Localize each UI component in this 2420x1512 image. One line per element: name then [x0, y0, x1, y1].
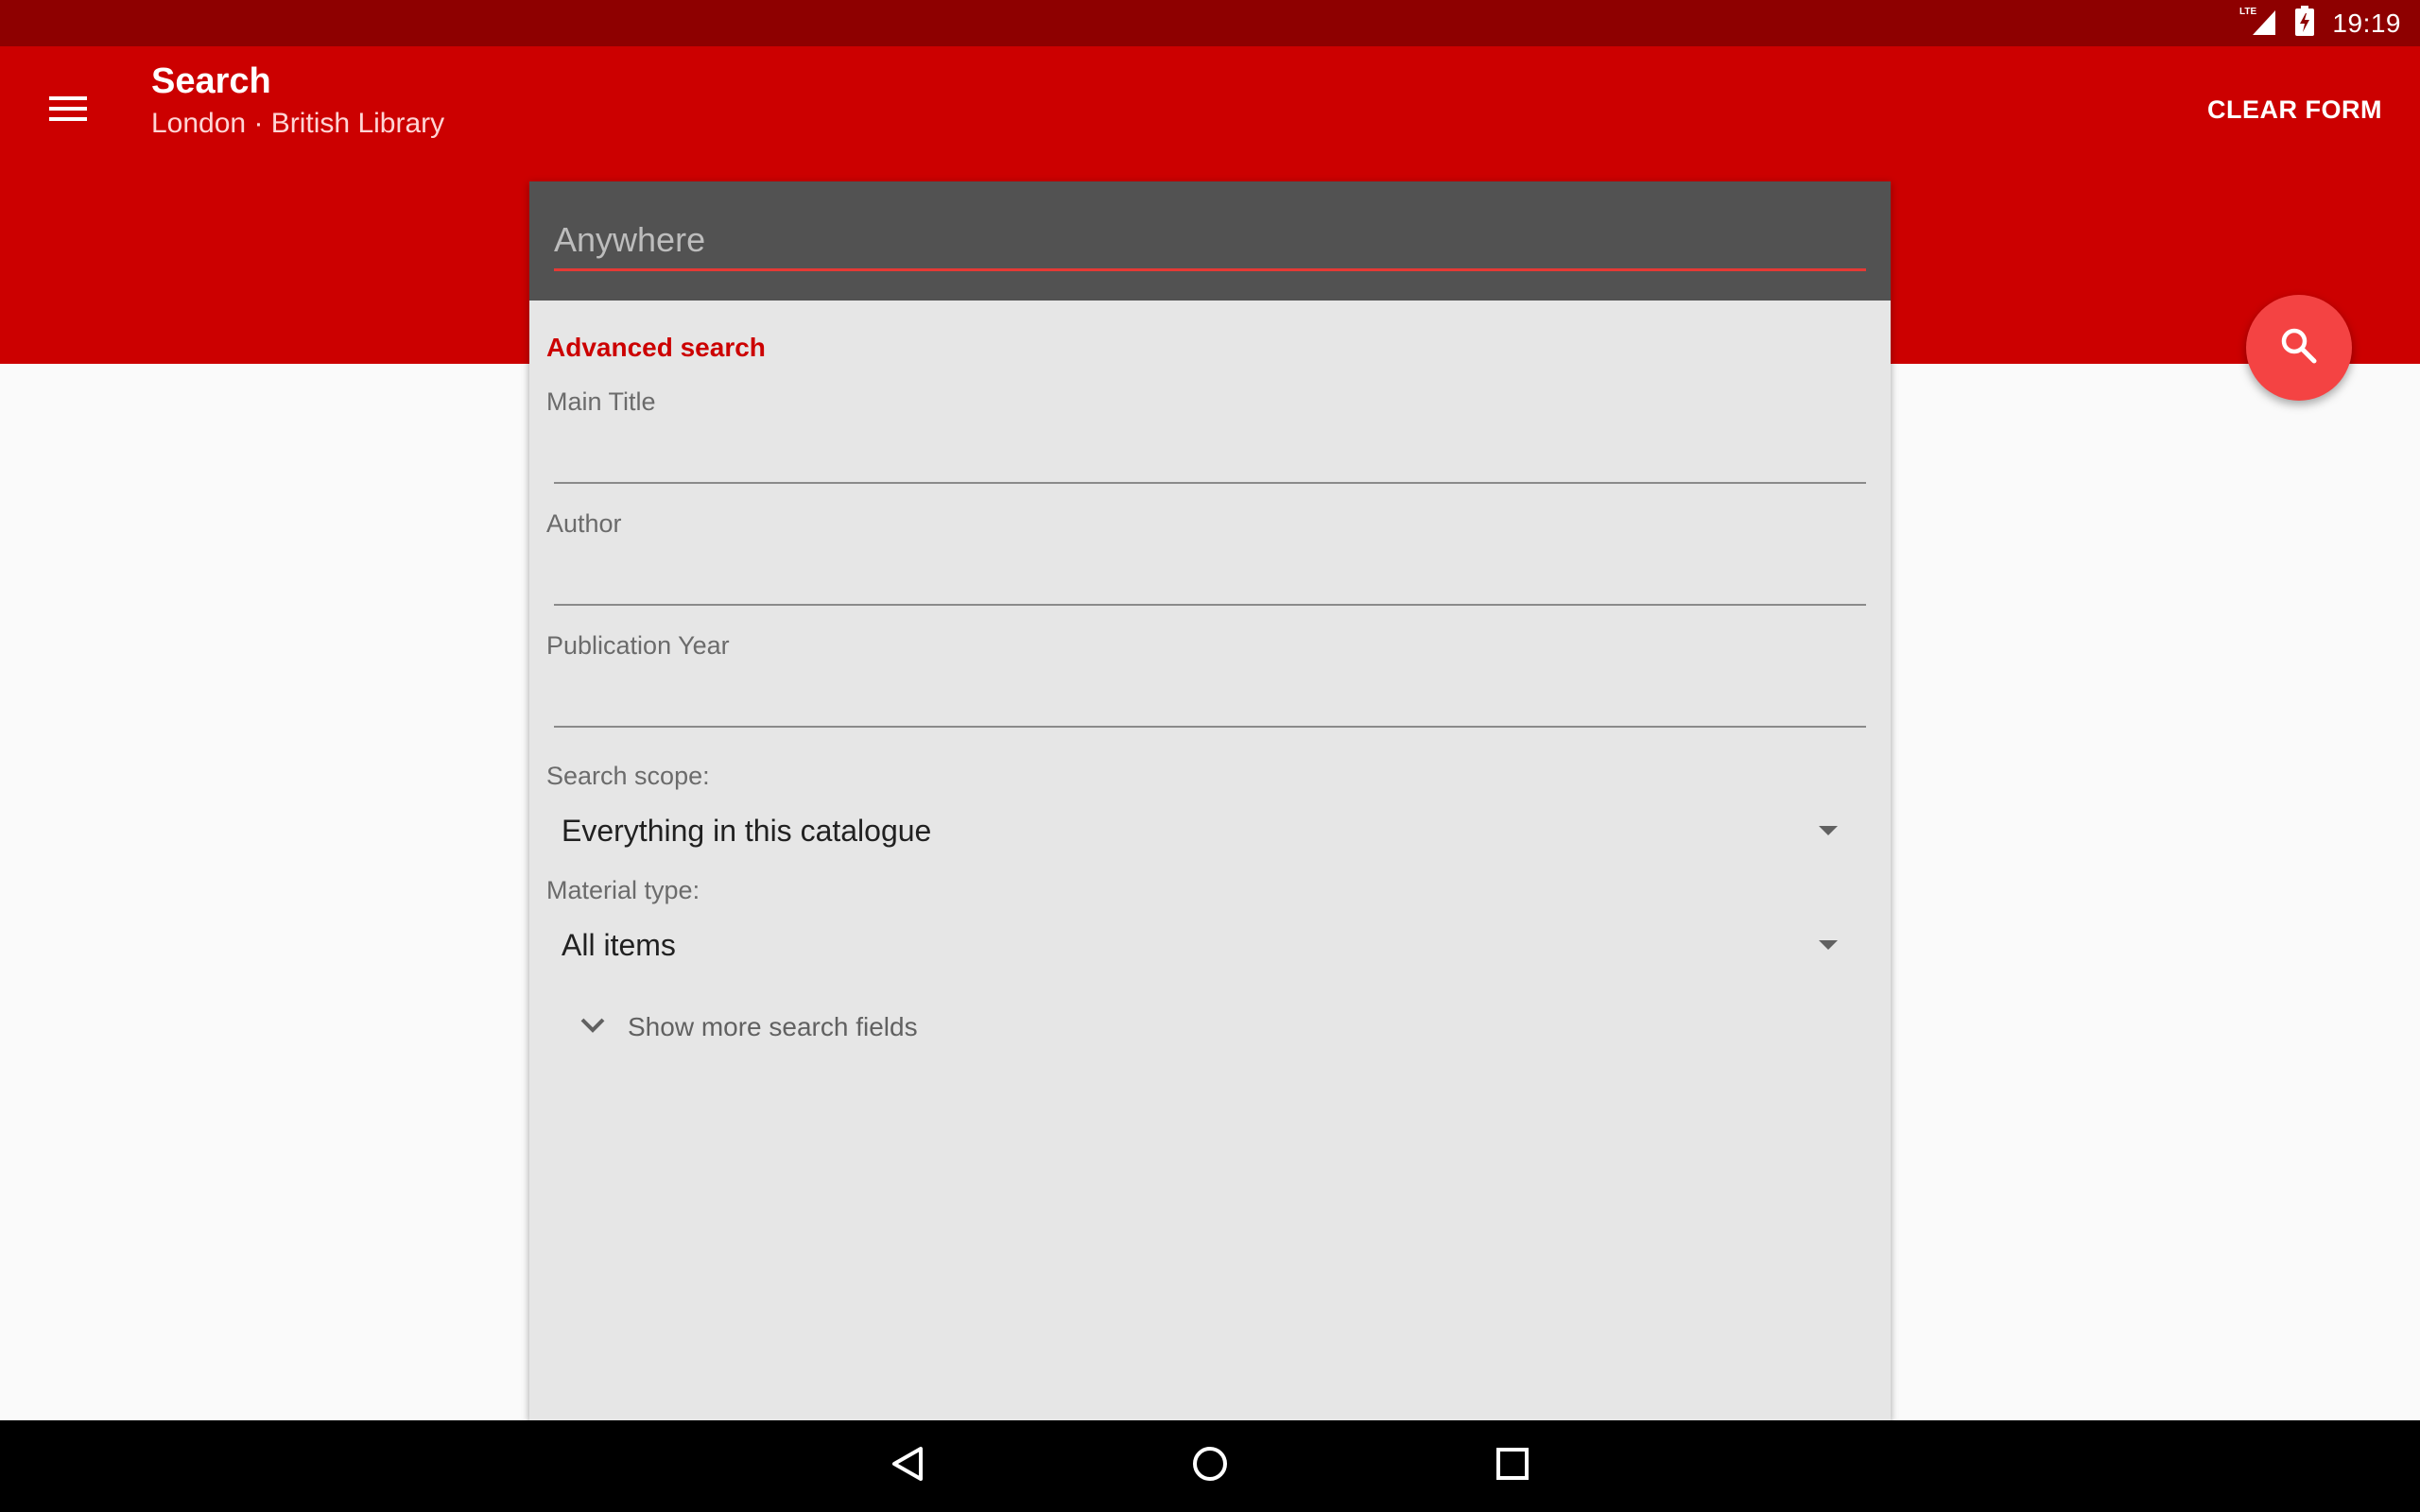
signal-icon: LTE — [2239, 5, 2277, 42]
network-type-label: LTE — [2239, 7, 2256, 17]
search-scope-value: Everything in this catalogue — [562, 813, 932, 848]
search-icon — [2280, 327, 2318, 369]
home-icon — [1191, 1445, 1229, 1487]
main-title-label: Main Title — [546, 387, 656, 416]
status-time: 19:19 — [2332, 8, 2401, 38]
home-button[interactable] — [1177, 1434, 1243, 1500]
search-fab[interactable] — [2246, 295, 2352, 401]
clear-form-button[interactable]: CLEAR FORM — [2200, 90, 2390, 130]
recents-button[interactable] — [1479, 1434, 1546, 1500]
back-button[interactable] — [874, 1434, 941, 1500]
navigation-bar — [0, 1420, 2420, 1512]
dropdown-arrow-icon — [1819, 826, 1838, 835]
back-icon — [890, 1445, 925, 1487]
material-type-dropdown[interactable]: All items — [546, 917, 1857, 973]
author-label: Author — [546, 509, 622, 538]
show-more-fields-button[interactable]: Show more search fields — [579, 1004, 918, 1051]
advanced-search-heading: Advanced search — [546, 333, 766, 362]
show-more-fields-label: Show more search fields — [628, 1012, 918, 1041]
menu-button[interactable] — [40, 82, 96, 139]
search-scope-dropdown[interactable]: Everything in this catalogue — [546, 802, 1857, 859]
dropdown-arrow-icon — [1819, 940, 1838, 950]
material-type-label: Material type: — [546, 876, 700, 904]
page-title: Search — [151, 61, 271, 101]
chevron-down-icon — [579, 1016, 607, 1040]
anywhere-search-input[interactable] — [554, 217, 1866, 263]
recents-icon — [1495, 1447, 1530, 1486]
publication-year-label: Publication Year — [546, 631, 730, 660]
author-field[interactable] — [554, 562, 1866, 606]
battery-icon — [2294, 6, 2315, 41]
status-icons: LTE 19:19 — [2239, 5, 2401, 42]
publication-year-field[interactable] — [554, 684, 1866, 728]
library-subtitle: London · British Library — [151, 108, 445, 139]
status-bar: LTE 19:19 — [0, 0, 2420, 46]
menu-icon — [49, 94, 87, 128]
anywhere-header — [529, 181, 1891, 301]
anywhere-underline — [554, 268, 1866, 271]
main-title-field[interactable] — [554, 440, 1866, 484]
search-scope-label: Search scope: — [546, 762, 710, 790]
search-form-card: Advanced search Main Title Author Public… — [529, 181, 1891, 1421]
material-type-value: All items — [562, 927, 676, 962]
